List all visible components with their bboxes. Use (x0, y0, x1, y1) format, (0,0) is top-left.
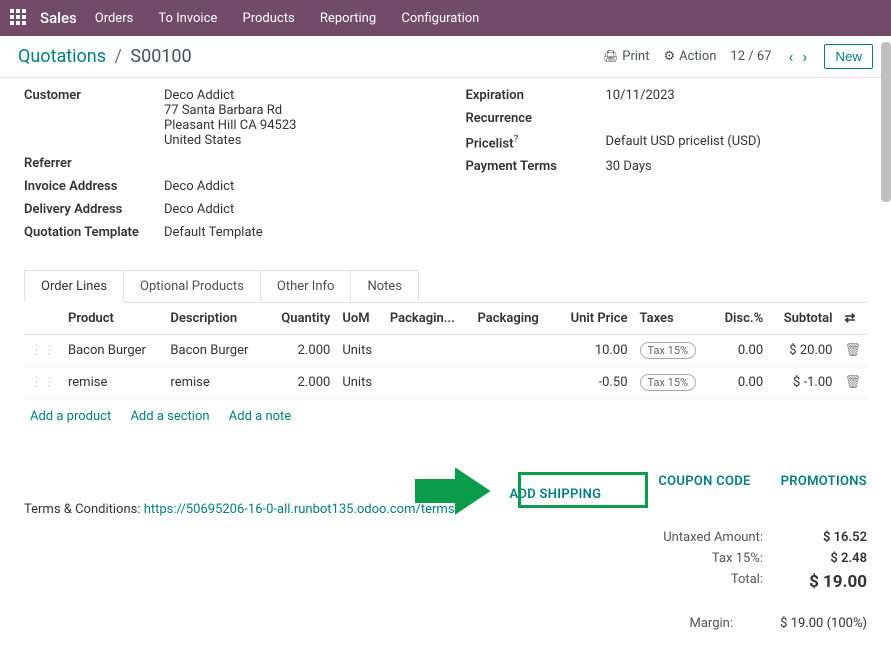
margin-label: Margin: (690, 616, 734, 631)
tab-other-info[interactable]: Other Info (260, 270, 352, 302)
pricelist-label: Pricelist? (466, 134, 606, 151)
col-packaging2: Packaging (472, 303, 555, 335)
new-button[interactable]: New (824, 44, 873, 69)
coupon-code-button[interactable]: COUPON CODE (658, 474, 750, 515)
menu-to-invoice[interactable]: To Invoice (158, 11, 217, 26)
annotation-arrow-icon (412, 466, 492, 520)
tax-value: $ 2.48 (787, 551, 867, 566)
quotation-template-label: Quotation Template (24, 225, 164, 240)
print-button[interactable]: Print (603, 49, 649, 64)
menu-configuration[interactable]: Configuration (401, 11, 479, 26)
add-note-link[interactable]: Add a note (229, 409, 291, 424)
col-taxes: Taxes (634, 303, 712, 335)
delete-icon[interactable]: 🗑 (838, 367, 867, 399)
cell-description[interactable]: Bacon Burger (164, 335, 266, 367)
pager-next-icon[interactable]: › (800, 47, 811, 66)
menu-products[interactable]: Products (243, 11, 295, 26)
total-label: Total: (731, 572, 763, 592)
help-icon[interactable]: ? (513, 134, 518, 145)
terms-label: Terms & Conditions: (24, 502, 144, 517)
col-discount: Disc.% (712, 303, 770, 335)
tab-optional-products[interactable]: Optional Products (123, 270, 261, 302)
customer-label: Customer (24, 88, 164, 148)
cell-discount[interactable]: 0.00 (712, 367, 770, 399)
cell-product[interactable]: remise (62, 367, 164, 399)
pricelist-value[interactable]: Default USD pricelist (USD) (606, 134, 868, 151)
col-uom: UoM (336, 303, 384, 335)
delete-icon[interactable]: 🗑 (838, 335, 867, 367)
add-product-link[interactable]: Add a product (30, 409, 111, 424)
menu-orders[interactable]: Orders (95, 11, 134, 26)
col-product: Product (62, 303, 164, 335)
untaxed-label: Untaxed Amount: (663, 530, 763, 545)
annotation-box (518, 472, 648, 508)
tab-order-lines[interactable]: Order Lines (24, 270, 124, 303)
payment-terms-value[interactable]: 30 Days (606, 159, 868, 174)
total-value: $ 19.00 (787, 572, 867, 592)
delivery-address-label: Delivery Address (24, 202, 164, 217)
terms-link[interactable]: https://50695206-16-0-all.runbot135.odoo… (144, 502, 455, 517)
col-subtotal: Subtotal (769, 303, 838, 335)
col-description: Description (164, 303, 266, 335)
drag-handle-icon[interactable]: ⋮⋮ (24, 367, 62, 399)
cell-quantity[interactable]: 2.000 (267, 335, 336, 367)
quotation-template-value[interactable]: Default Template (164, 225, 426, 240)
tax-label: Tax 15%: (712, 551, 763, 566)
expiration-label: Expiration (466, 88, 606, 103)
table-row[interactable]: ⋮⋮remiseremise2.000Units-0.50Tax 15%0.00… (24, 367, 867, 399)
cell-quantity[interactable]: 2.000 (267, 367, 336, 399)
table-row[interactable]: ⋮⋮Bacon BurgerBacon Burger2.000Units10.0… (24, 335, 867, 367)
customer-value[interactable]: Deco Addict 77 Santa Barbara Rd Pleasant… (164, 88, 426, 148)
invoice-address-label: Invoice Address (24, 179, 164, 194)
cell-subtotal: $ -1.00 (769, 367, 838, 399)
action-button[interactable]: Action (663, 49, 716, 64)
referrer-label: Referrer (24, 156, 164, 171)
payment-terms-label: Payment Terms (466, 159, 606, 174)
cell-description[interactable]: remise (164, 367, 266, 399)
add-section-link[interactable]: Add a section (130, 409, 209, 424)
cell-taxes[interactable]: Tax 15% (634, 367, 712, 399)
delivery-address-value[interactable]: Deco Addict (164, 202, 426, 217)
breadcrumb: Quotations / S00100 (18, 46, 192, 67)
recurrence-value[interactable] (606, 111, 868, 126)
cell-uom[interactable]: Units (336, 367, 384, 399)
pager: 12 / 67 (730, 49, 771, 64)
scrollbar[interactable] (881, 42, 891, 202)
tab-notes[interactable]: Notes (350, 270, 419, 302)
cell-unit-price[interactable]: -0.50 (555, 367, 634, 399)
recurrence-label: Recurrence (466, 111, 606, 126)
pager-prev-icon[interactable]: ‹ (785, 47, 796, 66)
referrer-value[interactable] (164, 156, 426, 171)
cell-subtotal: $ 20.00 (769, 335, 838, 367)
breadcrumb-root[interactable]: Quotations (18, 46, 106, 67)
breadcrumb-current: S00100 (130, 46, 191, 67)
col-quantity: Quantity (267, 303, 336, 335)
apps-icon[interactable] (10, 9, 28, 27)
cell-taxes[interactable]: Tax 15% (634, 335, 712, 367)
col-unit-price: Unit Price (555, 303, 634, 335)
menu-reporting[interactable]: Reporting (320, 11, 376, 26)
promotions-button[interactable]: PROMOTIONS (781, 474, 867, 515)
margin-value: $ 19.00 (100%) (757, 616, 867, 631)
cell-uom[interactable]: Units (336, 335, 384, 367)
cell-unit-price[interactable]: 10.00 (555, 335, 634, 367)
app-name: Sales (40, 9, 77, 27)
untaxed-value: $ 16.52 (787, 530, 867, 545)
drag-handle-icon[interactable]: ⋮⋮ (24, 335, 62, 367)
invoice-address-value[interactable]: Deco Addict (164, 179, 426, 194)
cell-discount[interactable]: 0.00 (712, 335, 770, 367)
col-settings-icon[interactable]: ⇄ (838, 303, 867, 335)
cell-product[interactable]: Bacon Burger (62, 335, 164, 367)
expiration-value[interactable]: 10/11/2023 (606, 88, 868, 103)
col-packaging1: Packagin... (384, 303, 472, 335)
